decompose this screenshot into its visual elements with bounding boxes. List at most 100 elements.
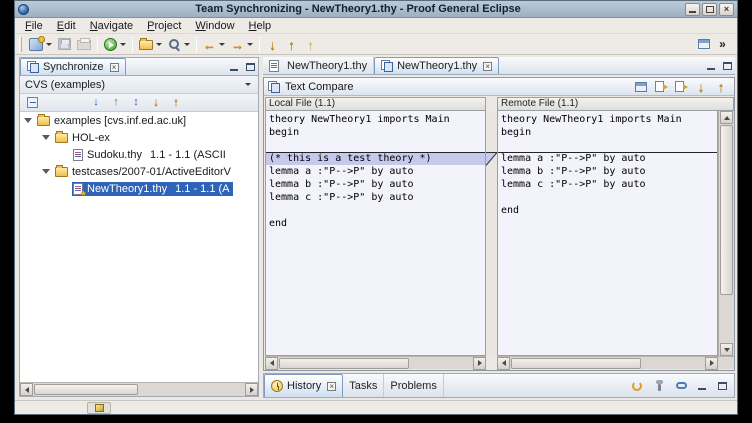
local-file-pane[interactable]: theory NewTheory1 imports Main begin (* … bbox=[265, 111, 486, 356]
maximize-view-icon[interactable] bbox=[714, 379, 730, 393]
previous-change-button[interactable]: ↑ bbox=[712, 79, 730, 95]
scroll-left-icon[interactable] bbox=[497, 357, 510, 370]
maximize-view-icon[interactable] bbox=[719, 59, 735, 73]
remote-file-pane[interactable]: theory NewTheory1 imports Main begin lem… bbox=[497, 111, 718, 356]
copy-current-left-to-right-button[interactable] bbox=[672, 79, 690, 95]
minimize-view-icon[interactable] bbox=[226, 60, 242, 74]
tab-label: Synchronize bbox=[43, 61, 104, 73]
history-icon bbox=[271, 380, 283, 392]
local-horizontal-scrollbar[interactable] bbox=[265, 356, 486, 369]
diff-range-line bbox=[266, 152, 485, 153]
forward-button[interactable]: → bbox=[228, 35, 256, 54]
both-mode-button[interactable]: ↕ bbox=[127, 95, 145, 111]
scroll-left-icon[interactable] bbox=[20, 383, 33, 396]
tab-synchronize[interactable]: Synchronize × bbox=[20, 58, 126, 75]
tab-history[interactable]: History × bbox=[264, 374, 343, 397]
scrollbar-track[interactable] bbox=[719, 124, 734, 343]
app-icon bbox=[18, 4, 29, 15]
outgoing-mode-button[interactable]: ↑ bbox=[107, 95, 125, 111]
close-icon[interactable]: × bbox=[110, 63, 119, 72]
scrollbar-thumb[interactable] bbox=[720, 125, 733, 295]
tab-label: NewTheory1.thy bbox=[287, 60, 367, 72]
minimize-view-icon[interactable] bbox=[703, 59, 719, 73]
tree-horizontal-scrollbar[interactable] bbox=[20, 382, 258, 396]
last-edit-location-button[interactable]: ↑ bbox=[301, 35, 320, 54]
collapse-all-button[interactable] bbox=[23, 95, 41, 111]
compare-vertical-scrollbar[interactable] bbox=[718, 111, 734, 356]
menu-navigate[interactable]: Navigate bbox=[83, 19, 140, 33]
scrollbar-track[interactable] bbox=[33, 383, 245, 396]
menu-window[interactable]: Window bbox=[188, 19, 241, 33]
previous-difference-button[interactable]: ↑ bbox=[282, 35, 301, 54]
back-icon: ← bbox=[203, 38, 216, 51]
menu-project[interactable]: Project bbox=[140, 19, 188, 33]
scrollbar-thumb[interactable] bbox=[279, 358, 409, 369]
code-line: lemma a :"P-->P" by auto bbox=[266, 165, 485, 178]
view-menu-icon[interactable] bbox=[239, 78, 253, 92]
new-button[interactable] bbox=[26, 35, 55, 54]
back-button[interactable]: ← bbox=[200, 35, 228, 54]
menu-edit[interactable]: Edit bbox=[50, 19, 83, 33]
menu-file[interactable]: File bbox=[18, 19, 50, 33]
remote-horizontal-scrollbar[interactable] bbox=[497, 356, 718, 369]
scrollbar-thumb[interactable] bbox=[34, 384, 138, 395]
commit-all-button[interactable]: ↑ bbox=[167, 95, 185, 111]
window-title: Team Synchronizing - NewTheory1.thy - Pr… bbox=[33, 3, 683, 15]
tree-item-newtheory1[interactable]: ★ NewTheory1.thy 1.1 - 1.1 (A bbox=[20, 180, 258, 197]
tree-item-testcases[interactable]: testcases/2007-01/ActiveEditorV bbox=[20, 163, 258, 180]
main-toolbar: ← → ↓ ↑ ↑ » bbox=[15, 34, 737, 55]
print-button[interactable] bbox=[74, 35, 94, 54]
editor-tab-newtheory1[interactable]: NewTheory1.thy bbox=[263, 57, 374, 74]
dropdown-icon bbox=[184, 43, 190, 46]
code-line bbox=[266, 204, 485, 217]
close-icon[interactable]: × bbox=[483, 62, 492, 71]
expander-icon[interactable] bbox=[42, 169, 50, 174]
code-line: begin bbox=[498, 126, 717, 139]
pin-button[interactable] bbox=[650, 378, 668, 394]
minimize-view-icon[interactable] bbox=[694, 379, 710, 393]
search-button[interactable] bbox=[165, 35, 193, 54]
titlebar[interactable]: Team Synchronizing - NewTheory1.thy - Pr… bbox=[15, 1, 737, 18]
maximize-button[interactable] bbox=[702, 3, 717, 16]
tab-problems[interactable]: Problems bbox=[384, 374, 443, 397]
menu-help[interactable]: Help bbox=[242, 19, 279, 33]
code-line: end bbox=[498, 204, 717, 217]
next-change-button[interactable]: ↓ bbox=[692, 79, 710, 95]
copy-all-left-to-right-button[interactable] bbox=[652, 79, 670, 95]
arrow-down-icon: ↓ bbox=[698, 80, 705, 93]
folder-icon bbox=[55, 167, 68, 177]
tree-item-examples[interactable]: examples [cvs.inf.ed.ac.uk] bbox=[20, 112, 258, 129]
scroll-right-icon[interactable] bbox=[473, 357, 486, 370]
scrollbar-thumb[interactable] bbox=[511, 358, 641, 369]
tree-item-sudoku[interactable]: Sudoku.thy 1.1 - 1.1 (ASCII bbox=[20, 146, 258, 163]
scroll-right-icon[interactable] bbox=[245, 383, 258, 396]
scroll-left-icon[interactable] bbox=[265, 357, 278, 370]
expander-icon[interactable] bbox=[24, 118, 32, 123]
tree-item-hol-ex[interactable]: HOL-ex bbox=[20, 129, 258, 146]
expander-icon[interactable] bbox=[42, 135, 50, 140]
scrollbar-track[interactable] bbox=[278, 357, 473, 370]
pin-editor-button[interactable] bbox=[694, 35, 713, 54]
run-button[interactable] bbox=[101, 35, 129, 54]
tab-tasks[interactable]: Tasks bbox=[343, 374, 384, 397]
scroll-down-icon[interactable] bbox=[720, 343, 733, 356]
scroll-up-icon[interactable] bbox=[720, 111, 733, 124]
link-with-editor-button[interactable] bbox=[672, 378, 690, 394]
update-all-button[interactable]: ↓ bbox=[147, 95, 165, 111]
minimize-button[interactable] bbox=[685, 3, 700, 16]
compare-settings-button[interactable] bbox=[632, 79, 650, 95]
save-button[interactable] bbox=[55, 35, 74, 54]
refresh-button[interactable] bbox=[628, 378, 646, 394]
scrollbar-track[interactable] bbox=[510, 357, 705, 370]
open-folder-button[interactable] bbox=[136, 35, 165, 54]
incoming-mode-button[interactable]: ↓ bbox=[87, 95, 105, 111]
close-icon[interactable]: × bbox=[327, 382, 336, 391]
next-difference-button[interactable]: ↓ bbox=[263, 35, 282, 54]
compare-viewer: Text Compare ↓ ↑ Local File (1.1) Remote… bbox=[263, 77, 735, 371]
toolbar-overflow-button[interactable]: » bbox=[713, 35, 732, 54]
close-button[interactable]: × bbox=[719, 3, 734, 16]
editor-tab-newtheory1-compare[interactable]: NewTheory1.thy × bbox=[374, 57, 499, 74]
scroll-right-icon[interactable] bbox=[705, 357, 718, 370]
maximize-view-icon[interactable] bbox=[242, 60, 258, 74]
compare-toolbar: ↓ ↑ bbox=[632, 79, 730, 95]
